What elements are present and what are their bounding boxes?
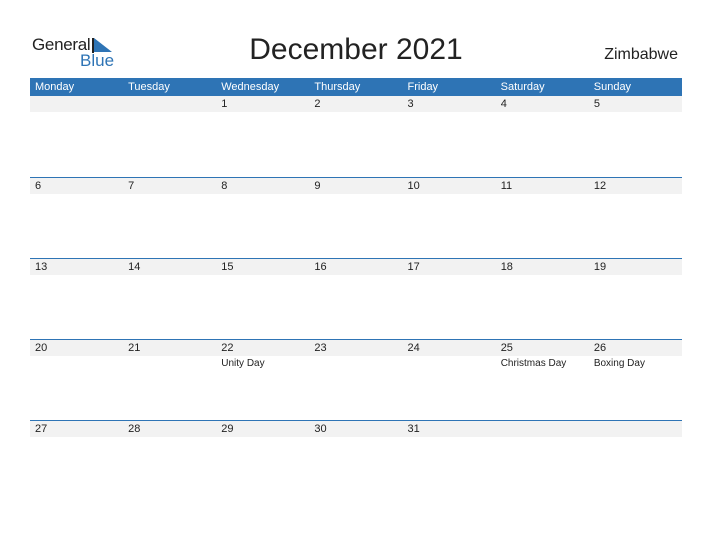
day-number: 30 bbox=[314, 423, 327, 435]
day-number: 7 bbox=[128, 180, 135, 192]
day-cell: 17 bbox=[403, 259, 496, 339]
day-cell: 2 bbox=[309, 96, 402, 176]
day-cell bbox=[30, 96, 123, 176]
day-cell: 11 bbox=[496, 178, 589, 258]
day-number: 6 bbox=[35, 180, 42, 192]
day-number: 3 bbox=[407, 98, 414, 110]
country-label: Zimbabwe bbox=[604, 46, 678, 63]
day-cell: 13 bbox=[30, 259, 123, 339]
day-number: 28 bbox=[128, 423, 141, 435]
day-number: 11 bbox=[500, 180, 513, 192]
day-number: 15 bbox=[221, 261, 234, 273]
day-number: 8 bbox=[221, 180, 228, 192]
day-cell: 20 bbox=[30, 340, 123, 420]
day-cell: 19 bbox=[589, 259, 682, 339]
day-cell: 10 bbox=[403, 178, 496, 258]
day-cell bbox=[123, 96, 216, 176]
day-number: 21 bbox=[128, 342, 141, 354]
week-row: 20 21 22 Unity Day 23 24 25 Christmas Day 26 Boxi… bbox=[30, 339, 682, 420]
day-number: 9 bbox=[314, 180, 321, 192]
day-number: 2 bbox=[314, 98, 321, 110]
day-number: 26 bbox=[593, 342, 607, 354]
holiday-label: Unity Day bbox=[221, 358, 265, 369]
day-cell: 3 bbox=[403, 96, 496, 176]
day-number: 22 bbox=[221, 342, 234, 354]
day-cell: 15 bbox=[216, 259, 309, 339]
day-cell: 29 bbox=[216, 421, 309, 501]
day-number: 14 bbox=[128, 261, 141, 273]
day-number: 31 bbox=[407, 423, 420, 435]
day-cell: 24 bbox=[403, 340, 496, 420]
day-cell: 26 Boxing Day bbox=[589, 340, 682, 420]
day-cell: 23 bbox=[309, 340, 402, 420]
day-number: 24 bbox=[407, 342, 420, 354]
day-number: 27 bbox=[35, 423, 48, 435]
day-number: 10 bbox=[407, 180, 420, 192]
day-cell: 9 bbox=[309, 178, 402, 258]
day-cell: 5 bbox=[589, 96, 682, 176]
weekday-saturday: Saturday bbox=[500, 81, 545, 93]
week-row: 6 7 8 9 10 11 12 bbox=[30, 177, 682, 258]
holiday-label: Boxing Day bbox=[593, 358, 645, 369]
day-number: 5 bbox=[593, 98, 600, 110]
day-cell: 7 bbox=[123, 178, 216, 258]
day-number: 20 bbox=[35, 342, 48, 354]
day-number: 16 bbox=[314, 261, 327, 273]
day-cell: 22 Unity Day bbox=[216, 340, 309, 420]
day-cell: 4 bbox=[496, 96, 589, 176]
day-cell: 6 bbox=[30, 178, 123, 258]
day-cell bbox=[496, 421, 589, 501]
holiday-label: Christmas Day bbox=[500, 358, 567, 369]
day-number: 4 bbox=[500, 98, 507, 110]
day-cell: 1 bbox=[216, 96, 309, 176]
day-cell: 12 bbox=[589, 178, 682, 258]
day-cell: 28 bbox=[123, 421, 216, 501]
weekday-tuesday: Tuesday bbox=[128, 81, 170, 93]
week-row: 13 14 15 16 17 18 19 bbox=[30, 258, 682, 339]
day-number: 12 bbox=[593, 180, 607, 192]
day-cell: 18 bbox=[496, 259, 589, 339]
day-cell: 31 bbox=[403, 421, 496, 501]
weekday-header: Monday Tuesday Wednesday Thursday Friday… bbox=[30, 78, 682, 96]
weekday-wednesday: Wednesday bbox=[221, 81, 280, 93]
day-cell: 14 bbox=[123, 259, 216, 339]
day-cell: 8 bbox=[216, 178, 309, 258]
day-number: 13 bbox=[35, 261, 48, 273]
day-number: 1 bbox=[221, 98, 228, 110]
day-number: 23 bbox=[314, 342, 327, 354]
weekday-monday: Monday bbox=[35, 81, 75, 93]
day-cell: 25 Christmas Day bbox=[496, 340, 589, 420]
day-number: 25 bbox=[500, 342, 513, 354]
day-number: 17 bbox=[407, 261, 420, 273]
week-row: 27 28 29 30 31 bbox=[30, 420, 682, 501]
day-cell bbox=[589, 421, 682, 501]
day-number: 18 bbox=[500, 261, 513, 273]
weekday-thursday: Thursday bbox=[314, 81, 361, 93]
weekday-sunday: Sunday bbox=[593, 81, 632, 93]
weekday-friday: Friday bbox=[407, 81, 439, 93]
week-row: 1 2 3 4 5 bbox=[30, 95, 682, 176]
day-number: 29 bbox=[221, 423, 234, 435]
day-cell: 21 bbox=[123, 340, 216, 420]
day-cell: 27 bbox=[30, 421, 123, 501]
day-number: 19 bbox=[593, 261, 607, 273]
day-cell: 30 bbox=[309, 421, 402, 501]
day-cell: 16 bbox=[309, 259, 402, 339]
